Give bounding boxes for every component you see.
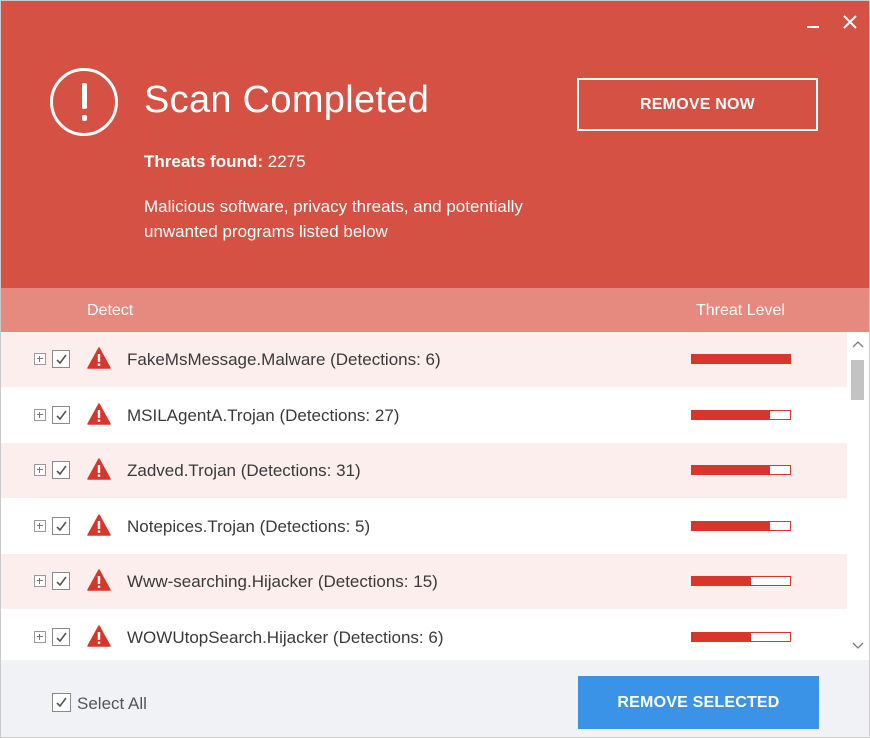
warning-triangle-icon <box>87 625 111 647</box>
expand-toggle-icon[interactable] <box>34 575 46 587</box>
threat-level-bar <box>691 354 791 364</box>
minimize-icon <box>807 26 819 28</box>
scan-description: Malicious software, privacy threats, and… <box>144 197 523 241</box>
select-all-label[interactable]: Select All <box>77 694 147 714</box>
threat-checkbox[interactable] <box>52 406 70 424</box>
expand-toggle-icon[interactable] <box>34 464 46 476</box>
threat-row[interactable]: WOWUtopSearch.Hijacker (Detections: 6) <box>1 610 847 660</box>
expand-toggle-icon[interactable] <box>34 409 46 421</box>
scrollbar[interactable] <box>847 332 869 660</box>
threat-name: FakeMsMessage.Malware (Detections: 6) <box>127 350 441 369</box>
threat-row[interactable]: FakeMsMessage.Malware (Detections: 6) <box>1 332 847 387</box>
page-title: Scan Completed <box>144 79 430 121</box>
scroll-up-arrow-icon[interactable] <box>852 340 864 348</box>
threat-name: Www-searching.Hijacker (Detections: 15) <box>127 572 438 591</box>
footer-bar: Select All REMOVE SELECTED <box>1 660 869 737</box>
threat-level-fill <box>692 466 771 474</box>
threat-row[interactable]: Www-searching.Hijacker (Detections: 15) <box>1 554 847 609</box>
scan-results-window: Scan Completed Threats found: 2275 Malic… <box>0 0 870 738</box>
checkmark-icon <box>56 521 67 532</box>
threat-row[interactable]: MSILAgentA.Trojan (Detections: 27) <box>1 388 847 443</box>
threat-checkbox[interactable] <box>52 350 70 368</box>
expand-toggle-icon[interactable] <box>34 353 46 365</box>
scan-header: Scan Completed Threats found: 2275 Malic… <box>1 1 869 288</box>
warning-triangle-icon <box>87 403 111 425</box>
remove-now-button[interactable]: REMOVE NOW <box>577 78 818 131</box>
threat-level-bar <box>691 632 791 642</box>
scroll-down-arrow-icon[interactable] <box>852 642 864 650</box>
warning-triangle-icon <box>87 458 111 480</box>
column-detect: Detect <box>87 302 134 319</box>
threat-level-fill <box>692 411 771 419</box>
checkmark-icon <box>56 410 67 421</box>
threat-level-bar <box>691 576 791 586</box>
minimize-button[interactable] <box>801 9 827 35</box>
list-column-header: Detect Threat Level <box>1 288 869 332</box>
close-button[interactable] <box>837 9 863 35</box>
checkmark-icon <box>56 576 67 587</box>
checkmark-icon <box>56 697 67 708</box>
threats-found-count: 2275 <box>267 152 306 171</box>
threat-row[interactable]: Notepices.Trojan (Detections: 5) <box>1 499 847 554</box>
column-threat-level: Threat Level <box>696 302 785 319</box>
select-all-checkbox[interactable] <box>52 693 71 712</box>
threat-name: Zadved.Trojan (Detections: 31) <box>127 461 361 480</box>
remove-selected-button[interactable]: REMOVE SELECTED <box>578 676 819 729</box>
warning-triangle-icon <box>87 514 111 536</box>
checkmark-icon <box>56 632 67 643</box>
exclamation-circle-icon <box>50 68 118 136</box>
threat-list: FakeMsMessage.Malware (Detections: 6) MSI… <box>1 332 869 660</box>
threats-found: Threats found: 2275 <box>144 152 306 172</box>
threat-level-bar <box>691 521 791 531</box>
threat-checkbox[interactable] <box>52 572 70 590</box>
threat-row[interactable]: Zadved.Trojan (Detections: 31) <box>1 443 847 498</box>
threat-level-bar <box>691 410 791 420</box>
threats-found-label: Threats found: <box>144 152 263 171</box>
threat-level-bar <box>691 465 791 475</box>
warning-triangle-icon <box>87 347 111 369</box>
threat-level-fill <box>692 577 751 585</box>
threat-name: Notepices.Trojan (Detections: 5) <box>127 517 371 536</box>
threat-name: MSILAgentA.Trojan (Detections: 27) <box>127 406 400 425</box>
threat-name: WOWUtopSearch.Hijacker (Detections: 6) <box>127 628 444 647</box>
threat-checkbox[interactable] <box>52 517 70 535</box>
threat-checkbox[interactable] <box>52 461 70 479</box>
scrollbar-thumb[interactable] <box>851 360 864 400</box>
checkmark-icon <box>56 354 67 365</box>
close-icon <box>843 15 857 29</box>
warning-triangle-icon <box>87 569 111 591</box>
checkmark-icon <box>56 465 67 476</box>
threat-level-fill <box>692 355 790 363</box>
threat-level-fill <box>692 522 771 530</box>
expand-toggle-icon[interactable] <box>34 631 46 643</box>
threat-level-fill <box>692 633 751 641</box>
threat-checkbox[interactable] <box>52 628 70 646</box>
expand-toggle-icon[interactable] <box>34 520 46 532</box>
